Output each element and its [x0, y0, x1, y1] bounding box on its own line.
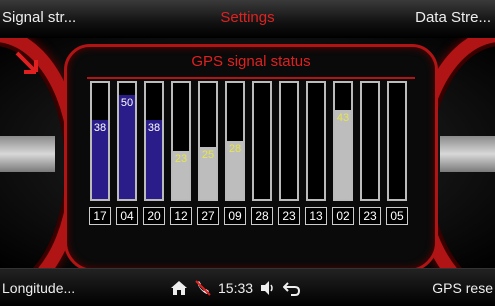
- gps-chart: 38 50 38 23 25 28 43 17 04 20 12 27 09 28 23 13 02 23 05: [89, 81, 414, 227]
- top-bar: Signal str... Settings Data Stre...: [0, 0, 495, 39]
- signal-value-label: 50: [120, 97, 134, 109]
- satellite-id-label: 28: [251, 207, 273, 225]
- signal-bar: 28: [225, 81, 245, 201]
- satellite-id-label: 17: [89, 207, 111, 225]
- satellite-id-label: 02: [332, 207, 354, 225]
- volume-icon[interactable]: [259, 279, 277, 297]
- signal-bar-fill: [119, 95, 135, 199]
- satellite-id-label: 09: [224, 207, 246, 225]
- back-arrow-icon[interactable]: [14, 50, 40, 76]
- bar-area: 38 50 38 23 25 28 43: [90, 81, 414, 201]
- status-icons: 15:33: [170, 277, 301, 299]
- signal-bar: 43: [333, 81, 353, 201]
- gps-reset-button[interactable]: GPS rese: [432, 280, 493, 296]
- signal-bar: [279, 81, 299, 201]
- signal-value-label: 43: [336, 112, 350, 124]
- signal-value-label: 23: [174, 153, 188, 165]
- satellite-id-label: 12: [170, 207, 192, 225]
- signal-value-label: 38: [93, 122, 107, 134]
- signal-bar: 23: [171, 81, 191, 201]
- bottom-bar: Longitude... 15:33 GPS rese: [0, 268, 495, 306]
- panel-title: GPS signal status: [191, 53, 311, 70]
- signal-value-label: 38: [147, 122, 161, 134]
- satellite-id-label: 23: [359, 207, 381, 225]
- signal-bar: 50: [117, 81, 137, 201]
- satellite-id-label: 20: [143, 207, 165, 225]
- signal-value-label: 28: [228, 143, 242, 155]
- left-chrome-bar: [0, 136, 55, 172]
- signal-bar: 38: [90, 81, 110, 201]
- right-chrome-bar: [440, 136, 495, 172]
- data-stream-tab[interactable]: Data Stre...: [415, 9, 491, 26]
- satellite-label-row: 17 04 20 12 27 09 28 23 13 02 23 05: [89, 207, 414, 227]
- signal-bar: 25: [198, 81, 218, 201]
- clock-time: 15:33: [218, 280, 254, 296]
- signal-bar: [306, 81, 326, 201]
- signal-bar: 38: [144, 81, 164, 201]
- satellite-id-label: 13: [305, 207, 327, 225]
- signal-bar: [252, 81, 272, 201]
- signal-bar: [360, 81, 380, 201]
- satellite-id-label: 05: [386, 207, 408, 225]
- signal-bar: [387, 81, 407, 201]
- satellite-id-label: 23: [278, 207, 300, 225]
- back-icon[interactable]: [283, 279, 301, 297]
- home-icon[interactable]: [170, 279, 188, 297]
- longitude-tab[interactable]: Longitude...: [2, 280, 75, 296]
- panel-divider: [87, 77, 415, 79]
- satellite-id-label: 27: [197, 207, 219, 225]
- satellite-id-label: 04: [116, 207, 138, 225]
- signal-value-label: 25: [201, 149, 215, 161]
- no-phone-icon: [195, 280, 211, 296]
